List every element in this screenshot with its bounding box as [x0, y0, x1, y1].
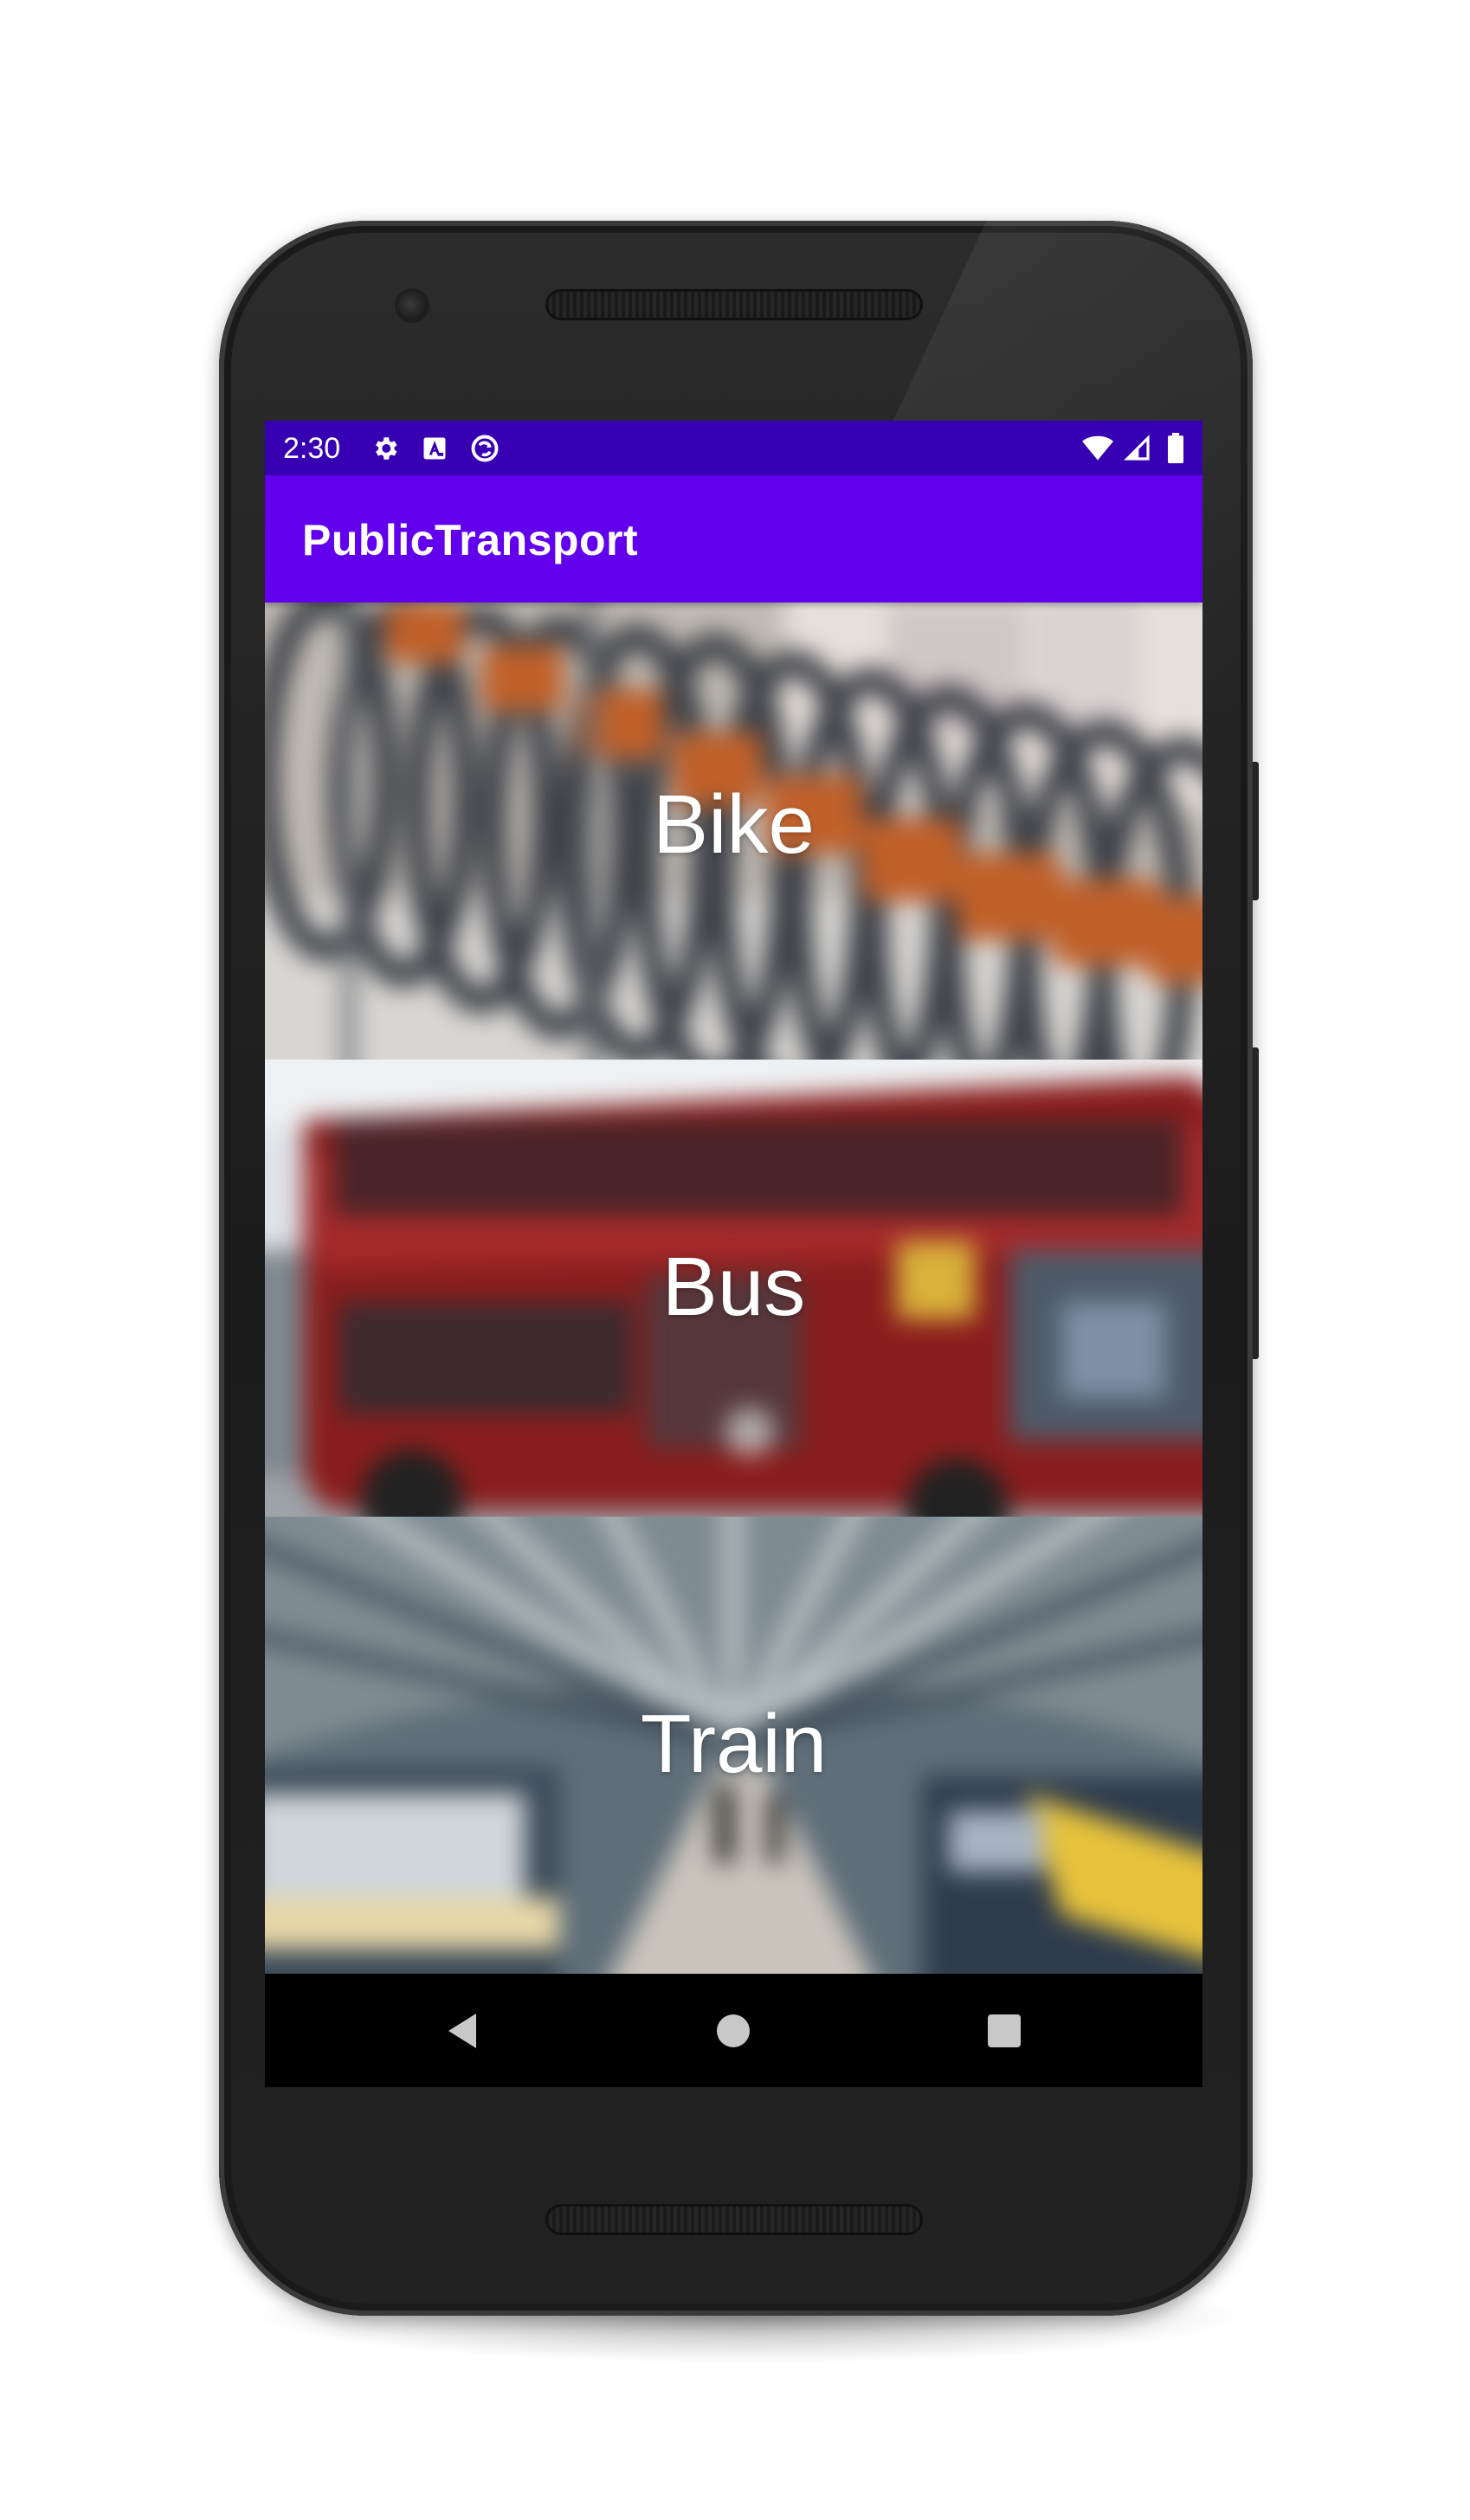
wifi-icon [1082, 433, 1113, 464]
home-icon[interactable] [706, 2003, 761, 2059]
a-box-icon [419, 433, 450, 464]
status-time: 2:30 [283, 432, 341, 465]
bus-label: Bus [661, 1241, 806, 1333]
gear-icon [370, 433, 401, 464]
train-label: Train [640, 1698, 828, 1790]
front-camera [397, 291, 427, 320]
status-bar: 2:30 [265, 421, 1202, 475]
navigation-bar [265, 1974, 1202, 2087]
bike-card[interactable]: Bike [265, 603, 1202, 1060]
battery-icon [1160, 433, 1191, 464]
device-frame-stage: 2:30 PublicTransport Bike Bus Train [0, 0, 1470, 2520]
bus-card[interactable]: Bus [265, 1060, 1202, 1517]
bottom-speaker-grille [545, 2204, 923, 2235]
screen: 2:30 PublicTransport Bike Bus Train [265, 421, 1202, 2087]
app-title: PublicTransport [302, 516, 639, 564]
train-card[interactable]: Train [265, 1517, 1202, 1974]
top-speaker-grille [545, 289, 923, 320]
back-icon[interactable] [435, 2003, 490, 2059]
recents-icon[interactable] [977, 2003, 1032, 2059]
app-bar: PublicTransport [265, 475, 1202, 603]
sync-icon [469, 433, 500, 464]
signal-icon [1122, 433, 1153, 464]
bike-label: Bike [653, 778, 815, 871]
